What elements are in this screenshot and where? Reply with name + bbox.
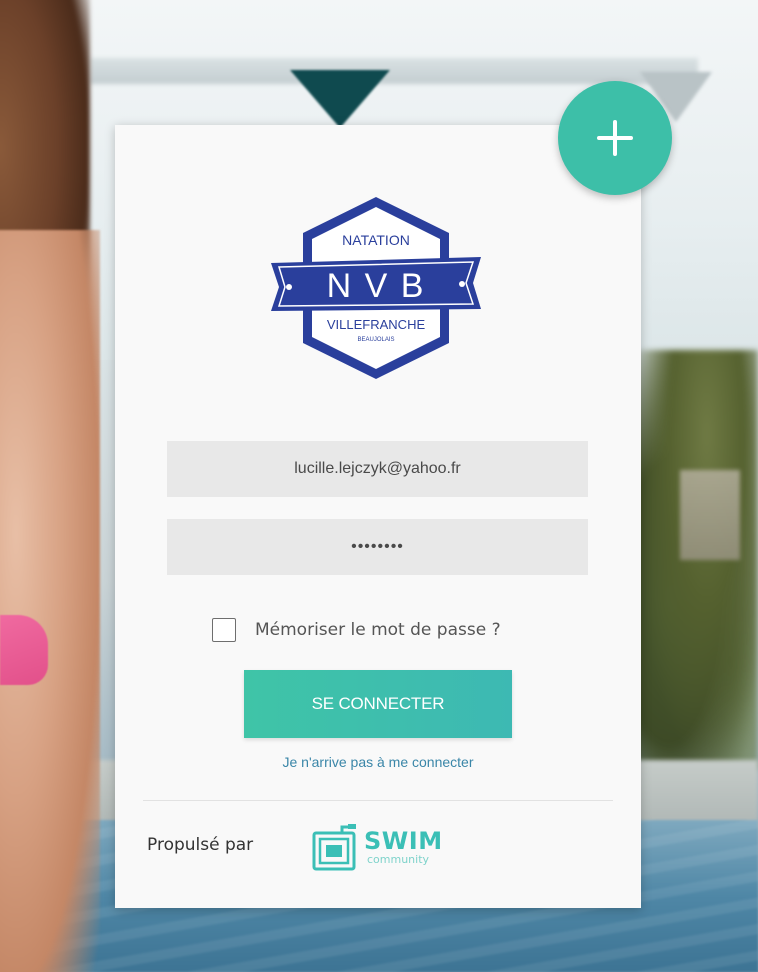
powered-by-label: Propulsé par <box>147 835 254 855</box>
remember-password-option[interactable]: Mémoriser le mot de passe ? <box>212 615 501 645</box>
club-logo-bottom-text: VILLEFRANCHE <box>327 317 426 332</box>
swim-community-logo-text: SWIM community <box>364 829 443 865</box>
password-field[interactable] <box>167 519 588 575</box>
remember-password-label: Mémoriser le mot de passe ? <box>255 620 501 640</box>
club-logo-bottom-sub-text: BEAUJOLAIS <box>357 337 394 343</box>
background-pennant <box>290 70 390 128</box>
swim-community-logo-icon <box>312 824 356 871</box>
club-logo-top-text: NATATION <box>342 232 410 248</box>
background-swimsuit <box>0 615 48 685</box>
background-trees <box>630 350 758 770</box>
plus-icon <box>597 120 633 156</box>
swim-community-logo[interactable]: SWIM community <box>312 818 462 876</box>
login-help-link[interactable]: Je n'arrive pas à me connecter <box>115 754 641 770</box>
club-logo: NATATION N V B VILLEFRANCHE BEAUJOLAIS <box>271 197 481 379</box>
background-building <box>680 470 740 560</box>
club-logo-dot <box>459 281 465 287</box>
add-button[interactable] <box>558 81 672 195</box>
background-swimmer <box>0 230 100 972</box>
club-logo-dot <box>286 284 292 290</box>
remember-password-checkbox[interactable] <box>212 618 236 642</box>
footer-divider <box>143 800 613 801</box>
login-button[interactable]: SE CONNECTER <box>244 670 512 738</box>
login-card: NATATION N V B VILLEFRANCHE BEAUJOLAIS M… <box>115 125 641 908</box>
club-logo-main-text: N V B <box>327 267 426 305</box>
background-roof <box>90 58 698 84</box>
swim-community-logo-sub: community <box>367 853 430 866</box>
email-field[interactable] <box>167 441 588 497</box>
swim-community-logo-word: SWIM <box>364 827 443 855</box>
